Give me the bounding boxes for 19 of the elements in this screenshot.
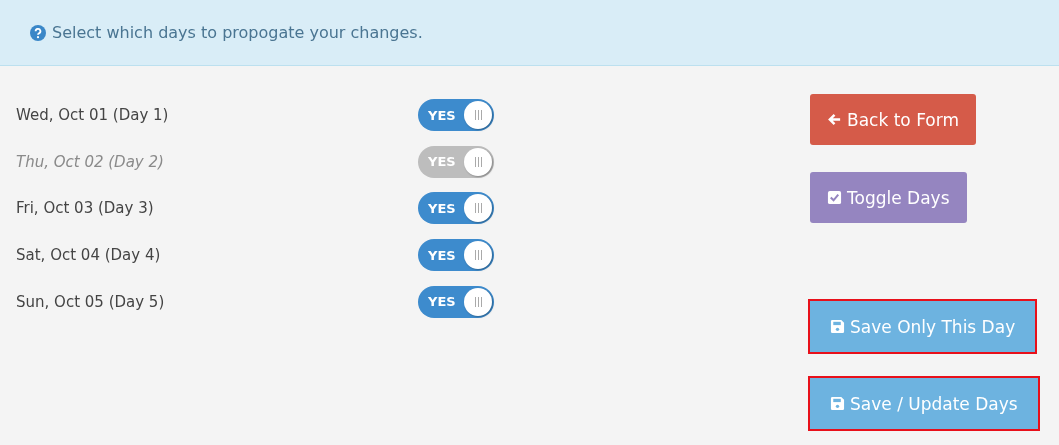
day-label: Wed, Oct 01 (Day 1) <box>15 106 170 125</box>
toggle-button[interactable]: Toggle Days <box>810 172 967 223</box>
day-label: Fri, Oct 03 (Day 3) <box>15 199 155 218</box>
back-button[interactable]: Back to Form <box>810 94 976 145</box>
toggle-switch[interactable]: YES <box>418 192 494 225</box>
day-label: Sun, Oct 05 (Day 5) <box>15 292 166 311</box>
floppy-icon <box>830 396 845 411</box>
help-icon <box>30 24 46 41</box>
save-button[interactable]: Save Only This Day <box>810 301 1036 352</box>
toggle-switch[interactable]: YES <box>418 239 494 272</box>
floppy-icon <box>830 319 845 334</box>
arrow-left-icon <box>827 112 842 127</box>
save-button[interactable]: Save / Update Days <box>810 378 1038 429</box>
toggle-switch[interactable]: YES <box>418 285 494 318</box>
day-label: Thu, Oct 02 (Day 2) <box>15 152 165 171</box>
notice-text: Select which days to propogate your changes. <box>52 23 423 42</box>
toggle-switch[interactable]: YES <box>418 99 494 132</box>
checkbox-icon <box>827 190 842 205</box>
day-label: Sat, Oct 04 (Day 4) <box>15 246 162 265</box>
